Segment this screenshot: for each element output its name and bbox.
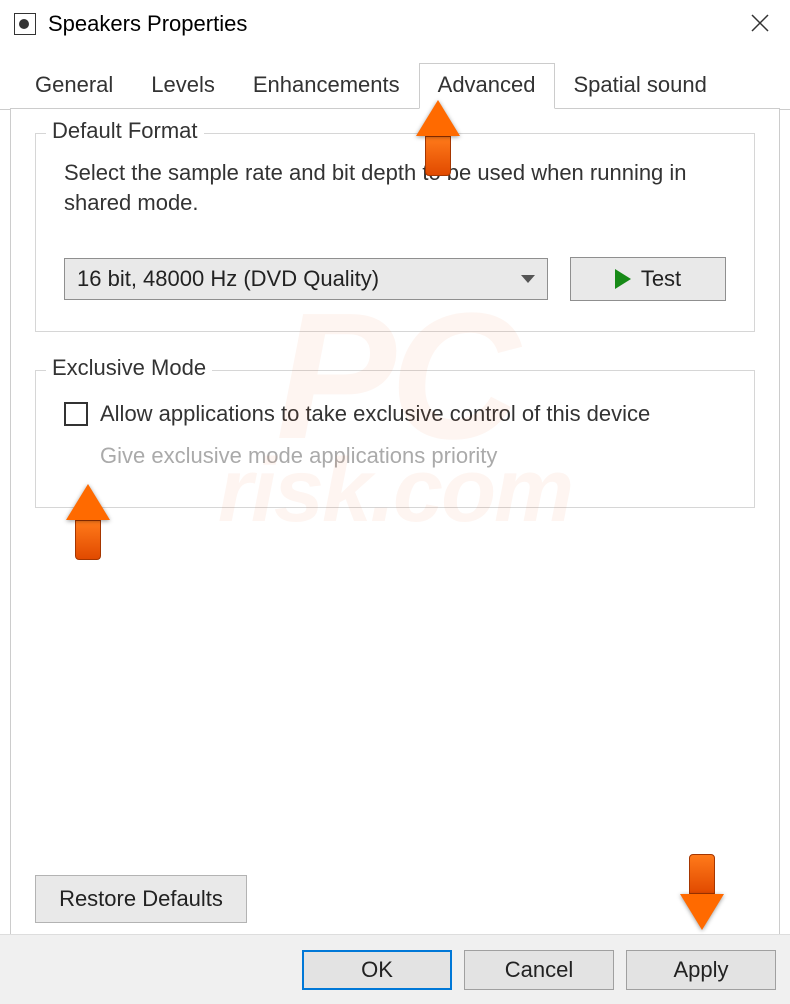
exclusive-mode-legend: Exclusive Mode [46,355,212,381]
test-button[interactable]: Test [570,257,726,301]
dialog-button-bar: OK Cancel Apply [0,934,790,1004]
allow-exclusive-checkbox[interactable] [64,402,88,426]
play-icon [615,269,631,289]
sample-rate-selected: 16 bit, 48000 Hz (DVD Quality) [77,266,379,292]
sample-rate-dropdown[interactable]: 16 bit, 48000 Hz (DVD Quality) [64,258,548,300]
apply-button[interactable]: Apply [626,950,776,990]
title-bar: Speakers Properties [0,0,790,48]
window-title: Speakers Properties [48,11,247,37]
default-format-legend: Default Format [46,118,204,144]
tab-strip: General Levels Enhancements Advanced Spa… [0,63,790,110]
default-format-description: Select the sample rate and bit depth to … [64,158,726,217]
tab-content: Default Format Select the sample rate an… [10,108,780,948]
ok-button[interactable]: OK [302,950,452,990]
allow-exclusive-label: Allow applications to take exclusive con… [100,401,650,427]
speaker-icon [14,13,36,35]
close-icon [750,13,770,33]
exclusive-mode-group: Exclusive Mode Allow applications to tak… [35,370,755,508]
cancel-button[interactable]: Cancel [464,950,614,990]
close-button[interactable] [736,7,784,41]
restore-defaults-button[interactable]: Restore Defaults [35,875,247,923]
tab-general[interactable]: General [16,63,132,109]
format-row: 16 bit, 48000 Hz (DVD Quality) Test [64,257,726,301]
priority-label: Give exclusive mode applications priorit… [100,443,497,469]
chevron-down-icon [521,275,535,283]
tab-levels[interactable]: Levels [132,63,234,109]
test-button-label: Test [641,266,681,292]
allow-exclusive-row: Allow applications to take exclusive con… [64,401,726,427]
tab-enhancements[interactable]: Enhancements [234,63,419,109]
tab-advanced[interactable]: Advanced [419,63,555,109]
default-format-group: Default Format Select the sample rate an… [35,133,755,332]
tab-spatial-sound[interactable]: Spatial sound [555,63,726,109]
priority-row: Give exclusive mode applications priorit… [100,443,726,469]
